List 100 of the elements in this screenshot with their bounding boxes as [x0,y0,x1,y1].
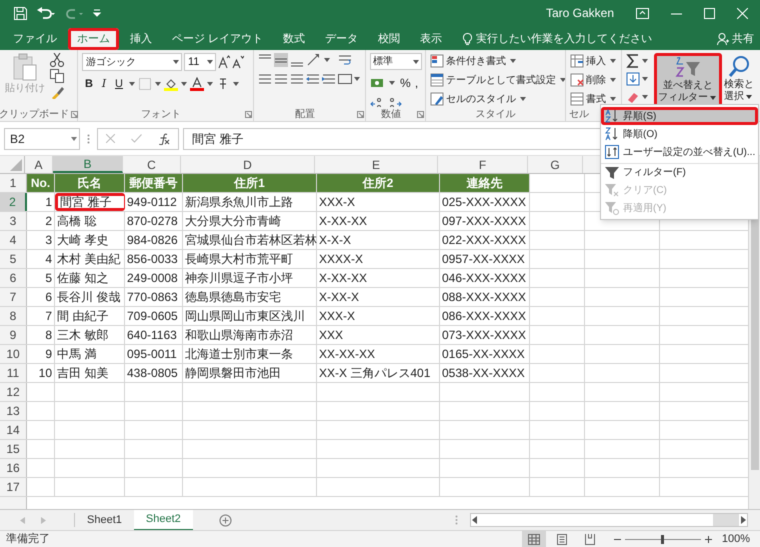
column-header[interactable]: E [315,156,438,173]
ribbon-tab[interactable]: ファイル [4,28,66,50]
style-menu-button[interactable]: 条件付き書式 [430,53,565,69]
column-header[interactable]: C [123,156,181,173]
caret-icon[interactable] [642,95,648,99]
zoom-slider[interactable] [624,534,701,544]
conditional-format-icon[interactable] [430,54,444,68]
launcher-icon[interactable] [417,110,424,118]
column-header[interactable]: B [53,156,123,173]
ribbon-tab[interactable]: データ [316,28,368,50]
fill-down-icon[interactable] [626,72,640,86]
ribbon-tab[interactable]: ホーム [68,28,119,50]
caret-icon[interactable] [520,97,526,101]
format-button[interactable]: U [112,76,126,92]
row-header[interactable]: 6 [0,269,27,287]
row-header[interactable]: 1 [0,174,27,192]
add-sheet-icon[interactable] [218,514,232,526]
menu-item[interactable]: 降順(O) [601,125,758,143]
decrease-decimal-icon[interactable] [388,96,402,107]
caret-icon[interactable] [173,60,179,64]
increase-indent-icon[interactable] [322,72,336,86]
zoom-slider-thumb[interactable] [661,534,664,544]
grip-icon[interactable] [87,134,90,144]
menu-item[interactable]: 昇順(S) [601,107,758,125]
format-button[interactable]: I [97,76,111,92]
scissors-icon[interactable] [50,53,64,67]
wrap-text-icon[interactable] [338,53,352,67]
caret-icon[interactable] [207,82,213,86]
row-header[interactable]: 16 [0,459,27,477]
ribbon-tab[interactable]: ページ レイアウト [163,28,272,50]
ribbon-tab[interactable]: 数式 [274,28,314,50]
undo-icon[interactable] [37,7,55,19]
row-header[interactable]: 17 [0,478,27,496]
row-header[interactable]: 11 [0,364,27,382]
shrink-font-icon[interactable] [232,55,244,69]
caret-icon[interactable] [155,82,161,86]
function-icon[interactable] [158,132,170,144]
caret-icon[interactable] [129,82,135,86]
row-header[interactable]: 15 [0,440,27,458]
caret-icon[interactable] [642,59,648,63]
caret-icon[interactable] [233,82,239,86]
number-format-dropdown[interactable]: 標準 [370,53,422,70]
number-format-button[interactable]: % [400,74,409,92]
scroll-left-icon[interactable] [471,516,479,524]
row-header[interactable]: 7 [0,288,27,306]
fill-color-icon[interactable] [164,77,178,92]
cell-style-icon[interactable] [430,92,444,106]
decrease-indent-icon[interactable] [306,72,320,86]
align-center-icon[interactable] [274,72,288,86]
style-menu-button[interactable]: テーブルとして書式設定 [430,72,565,88]
name-box[interactable]: B2 [4,128,80,150]
sort-ascending-icon[interactable] [605,109,619,123]
row-header[interactable]: 12 [0,383,27,401]
scrollbar-thumb[interactable] [713,514,739,526]
style-menu-button[interactable]: セルのスタイル [430,91,565,107]
clipboard-icon[interactable] [13,53,37,81]
increase-decimal-icon[interactable] [370,96,384,107]
launcher-icon[interactable] [245,110,252,118]
column-header[interactable]: F [438,156,528,173]
row-header[interactable]: 3 [0,212,27,230]
row-header[interactable]: 8 [0,307,27,325]
zoom-level[interactable]: 100% [722,530,750,547]
launcher-icon[interactable] [71,110,78,118]
caret-icon[interactable] [510,59,516,63]
caret-icon[interactable] [746,95,752,99]
delete-cells-icon[interactable] [570,73,584,87]
format-button[interactable]: B [82,76,96,92]
column-header[interactable]: G [528,156,583,173]
grow-font-icon[interactable] [218,55,230,69]
view-button[interactable] [522,530,546,547]
caret-icon[interactable] [413,60,419,64]
share-button[interactable]: 共有 [717,28,754,50]
find-select-button[interactable]: 検索と 選択 [722,53,756,107]
currency-icon[interactable] [370,76,384,90]
cells-menu-button[interactable]: 挿入 [570,53,618,69]
row-header[interactable]: 2 [0,193,27,211]
align-left-icon[interactable] [258,72,272,86]
sum-icon[interactable] [626,54,640,68]
caret-icon[interactable] [610,59,616,63]
align-right-icon[interactable] [290,72,304,86]
row-header[interactable]: 5 [0,250,27,268]
caret-icon[interactable] [710,96,716,100]
sort-descending-icon[interactable] [605,127,619,141]
menu-item[interactable]: フィルター(F) [601,163,758,181]
maximize-icon[interactable] [704,8,715,18]
sheet-tab[interactable]: Sheet1 [75,510,134,530]
lightbulb-icon[interactable] [463,33,472,45]
custom-sort-icon[interactable] [605,145,619,159]
caret-icon[interactable] [324,58,330,62]
caret-icon[interactable] [610,78,616,82]
sort-filter-icon[interactable] [675,56,701,80]
format-cells-icon[interactable] [570,92,584,106]
orientation-icon[interactable] [306,53,320,67]
person-icon[interactable] [717,33,729,45]
row-header[interactable]: 9 [0,326,27,344]
save-icon[interactable] [14,6,27,20]
merge-icon[interactable] [338,72,352,86]
caret-icon[interactable] [207,60,213,64]
split-grip-icon[interactable] [455,515,458,525]
active-cell[interactable]: 間宮 雅子 [55,193,125,211]
